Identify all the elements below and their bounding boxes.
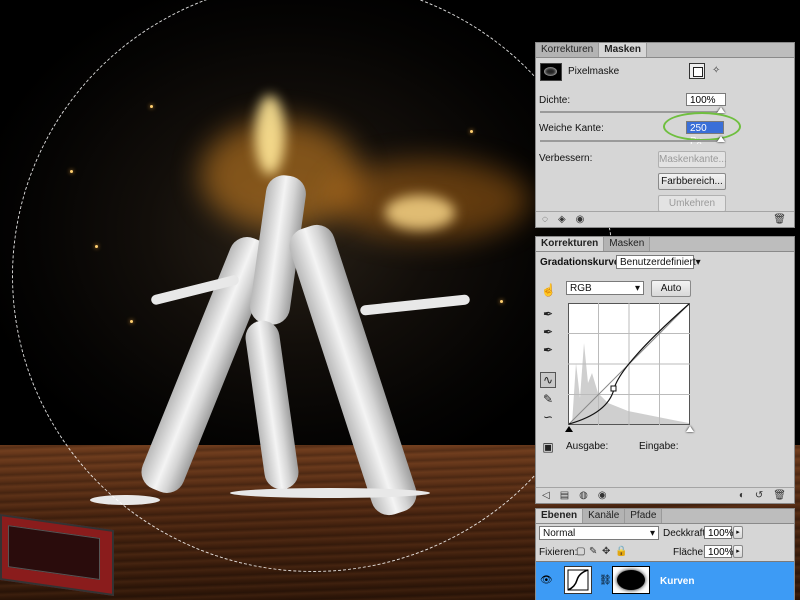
black-point-slider[interactable] [565, 426, 573, 432]
reset-icon[interactable]: ↺ [755, 490, 763, 502]
layer-mask-thumbnail[interactable] [612, 566, 650, 594]
masks-panel: Korrekturen Masken Pixelmaske ✧ Dichte: … [535, 42, 795, 228]
channel-dropdown[interactable]: RGB ▾ [566, 281, 644, 295]
chevron-down-icon: ▾ [634, 283, 640, 294]
hand-adjust-icon[interactable]: ☝ [541, 283, 556, 297]
tab-masken[interactable]: Masken [604, 237, 651, 251]
visibility-icon[interactable]: ◉ [576, 214, 585, 226]
lock-transparency-icon[interactable]: ▢ [576, 546, 585, 558]
auto-button[interactable]: Auto [651, 280, 691, 297]
eye-icon[interactable]: 👁 [540, 575, 553, 587]
visibility-icon[interactable]: ◉ [598, 490, 607, 502]
opacity-input[interactable]: 100% [704, 526, 734, 539]
mask-type-label: Pixelmaske [568, 66, 620, 77]
pixel-mask-icon[interactable] [689, 63, 705, 79]
input-label: Eingabe: [639, 441, 679, 452]
pencil-icon[interactable]: ✎ [541, 392, 555, 406]
selection-from-mask-icon[interactable]: ◌ [542, 214, 548, 226]
previous-state-icon[interactable]: ◐ [739, 490, 745, 502]
density-label: Dichte: [539, 95, 571, 106]
curves-panel: Korrekturen Masken Gradationskurven Benu… [535, 236, 795, 504]
trash-icon[interactable]: 🗑 [773, 214, 786, 226]
chevron-down-icon: ▾ [695, 257, 701, 268]
tab-ebenen[interactable]: Ebenen [536, 509, 584, 523]
tab-kanaele[interactable]: Kanäle [583, 509, 626, 523]
feather-label: Weiche Kante: [539, 123, 604, 134]
curve-point[interactable] [610, 385, 617, 392]
mask-icon[interactable]: ◍ [579, 490, 588, 502]
fill-label: Fläche: [673, 547, 706, 558]
white-eyedropper-icon[interactable]: ✒ [541, 343, 555, 357]
chain-link-icon[interactable]: ⛓ [599, 575, 612, 587]
curve-point-tool-icon[interactable]: ∿ [540, 372, 556, 388]
opacity-arrow-button[interactable]: ▸ [733, 526, 743, 539]
layer-row-kurven[interactable]: 👁 ⛓ Kurven [536, 561, 794, 600]
tab-masken[interactable]: Masken [599, 43, 647, 57]
layer-name: Kurven [660, 576, 695, 587]
white-point-slider[interactable] [686, 426, 694, 432]
black-eyedropper-icon[interactable]: ✒ [541, 307, 555, 321]
feather-slider-knob[interactable] [717, 136, 725, 142]
preset-dropdown[interactable]: Benutzerdefiniert ▾ [616, 255, 701, 269]
curves-title: Gradationskurven [540, 257, 626, 268]
opacity-label: Deckkraft: [663, 528, 709, 539]
channel-value: RGB [570, 283, 592, 294]
lock-all-icon[interactable]: 🔒 [615, 546, 627, 558]
output-label: Ausgabe: [566, 441, 609, 452]
lock-label: Fixieren: [539, 547, 578, 558]
feather-slider-track[interactable] [540, 140, 721, 142]
apply-mask-icon[interactable]: ◈ [558, 214, 566, 226]
blend-mode-dropdown[interactable]: Normal ▾ [539, 526, 659, 540]
fill-input[interactable]: 100% [704, 545, 734, 558]
density-input[interactable]: 100% [686, 93, 726, 106]
clipping-icon[interactable]: ▣ [541, 440, 555, 454]
lock-pixels-icon[interactable]: ✎ [589, 546, 597, 558]
lock-position-icon[interactable]: ✥ [602, 546, 610, 558]
fill-arrow-button[interactable]: ▸ [733, 545, 743, 558]
masks-footer: ◌ ◈ ◉ 🗑 [536, 211, 794, 227]
curves-adjustment-thumbnail [564, 566, 592, 594]
back-arrow-icon[interactable]: ◁ [542, 490, 550, 502]
curves-footer: ◁ ▤ ◍ ◉ ◐ ↺ 🗑 [536, 487, 794, 503]
blend-mode-value: Normal [543, 528, 576, 539]
mask-edge-button[interactable]: Maskenkante... [658, 151, 727, 168]
feather-highlight-ellipse [663, 112, 741, 141]
refine-label: Verbessern: [539, 153, 593, 164]
invert-button[interactable]: Umkehren [658, 195, 726, 212]
preset-value: Benutzerdefiniert [620, 257, 696, 268]
layers-panel: Ebenen Kanäle Pfade Normal ▾ Deckkraft: … [535, 508, 795, 600]
chevron-down-icon: ▾ [649, 528, 655, 539]
gray-eyedropper-icon[interactable]: ✒ [541, 325, 555, 339]
smooth-icon[interactable]: ∽ [541, 410, 555, 424]
tab-korrekturen[interactable]: Korrekturen [536, 43, 600, 57]
vector-mask-icon[interactable]: ✧ [712, 65, 720, 77]
color-range-button[interactable]: Farbbereich... [658, 173, 726, 190]
mask-thumbnail[interactable] [540, 63, 562, 81]
trash-icon[interactable]: 🗑 [773, 490, 786, 502]
tab-pfade[interactable]: Pfade [625, 509, 663, 523]
curves-graph[interactable] [568, 303, 690, 425]
clip-to-layer-icon[interactable]: ▤ [560, 490, 569, 502]
density-slider-knob[interactable] [717, 107, 725, 113]
elliptical-selection [12, 0, 614, 572]
tab-korrekturen[interactable]: Korrekturen [536, 237, 605, 251]
